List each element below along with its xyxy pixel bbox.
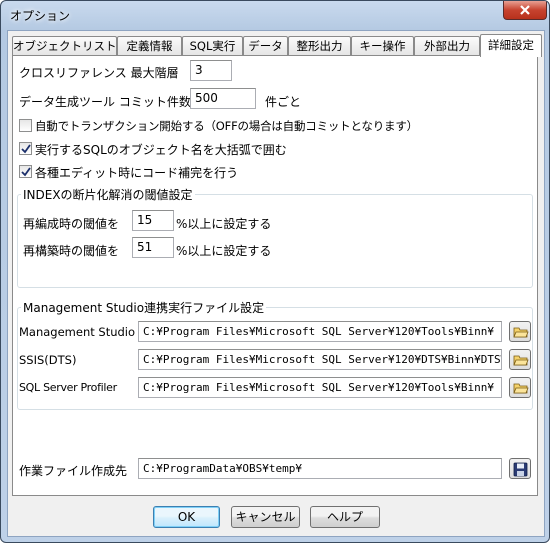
- tab-advanced[interactable]: 詳細設定: [480, 34, 542, 57]
- folder-open-icon: [513, 383, 529, 394]
- tab-sql-exec[interactable]: SQL実行: [182, 36, 243, 55]
- profiler-browse-button[interactable]: [509, 377, 531, 398]
- close-button[interactable]: [503, 1, 547, 20]
- reorg-threshold-input[interactable]: 51: [132, 237, 174, 258]
- cancel-button[interactable]: キャンセル: [231, 506, 300, 528]
- commit-unit-label: 件ごと: [265, 95, 302, 109]
- ssis-path-input[interactable]: C:¥Program Files¥Microsoft SQL Server¥12…: [138, 349, 502, 370]
- window-title: オプション: [10, 9, 71, 23]
- crossref-label: クロスリファレンス 最大階層: [19, 66, 179, 80]
- rebuild-threshold-input[interactable]: 15: [132, 210, 174, 231]
- rebuild-threshold-suffix: %以上に設定する: [176, 217, 272, 231]
- auto-transaction-checkbox[interactable]: [19, 119, 32, 132]
- auto-transaction-label[interactable]: 自動でトランザクション開始する（OFFの場合は自動コミットとなります）: [35, 118, 418, 134]
- bracket-names-checkbox[interactable]: [19, 142, 32, 155]
- ssis-label: SSIS(DTS): [19, 353, 77, 367]
- ok-button[interactable]: OK: [153, 506, 220, 528]
- workdir-save-button[interactable]: [509, 458, 531, 479]
- options-window: オプション オブジェクトリスト 定義情報 SQL実行 データ 整形出力 キー操作…: [0, 0, 550, 543]
- advanced-settings-panel: クロスリファレンス 最大階層 3 データ生成ツール コミット件数 500 件ごと…: [12, 55, 538, 496]
- mgmt-group-title: Management Studio連携実行ファイル設定: [21, 299, 267, 316]
- commit-count-input[interactable]: 500: [190, 88, 256, 109]
- profiler-path-input[interactable]: C:¥Program Files¥Microsoft SQL Server¥12…: [138, 377, 502, 398]
- checkmark-icon: [21, 144, 31, 154]
- folder-open-icon: [513, 327, 529, 338]
- tab-definition[interactable]: 定義情報: [117, 36, 182, 55]
- workdir-path-input[interactable]: C:¥ProgramData¥OBS¥temp¥: [138, 458, 502, 479]
- crossref-depth-input[interactable]: 3: [190, 60, 232, 81]
- tab-data[interactable]: データ: [243, 36, 288, 55]
- mgmt-studio-label: Management Studio: [19, 325, 136, 339]
- floppy-disk-icon: [513, 462, 528, 477]
- mgmt-studio-path-input[interactable]: C:¥Program Files¥Microsoft SQL Server¥12…: [138, 321, 502, 342]
- mgmt-studio-browse-button[interactable]: [509, 321, 531, 342]
- rebuild-threshold-label: 再編成時の閾値を: [23, 217, 120, 231]
- bracket-names-label[interactable]: 実行するSQLのオブジェクト名を大括弧で囲む: [35, 141, 287, 158]
- reorg-threshold-label: 再構築時の閾値を: [23, 244, 120, 258]
- code-completion-label[interactable]: 各種エディット時にコード補完を行う: [35, 164, 238, 181]
- code-completion-checkbox[interactable]: [19, 165, 32, 178]
- tab-external-output[interactable]: 外部出力: [414, 36, 480, 55]
- index-threshold-group: [17, 194, 533, 288]
- reorg-threshold-suffix: %以上に設定する: [176, 244, 272, 258]
- folder-open-icon: [513, 355, 529, 366]
- help-button[interactable]: ヘルプ: [310, 506, 380, 528]
- title-bar[interactable]: オプション: [1, 1, 549, 29]
- dialog-body: オブジェクトリスト 定義情報 SQL実行 データ 整形出力 キー操作 外部出力 …: [7, 30, 545, 537]
- ssis-browse-button[interactable]: [509, 349, 531, 370]
- workdir-label: 作業ファイル作成先: [19, 464, 128, 478]
- tab-format-output[interactable]: 整形出力: [288, 36, 351, 55]
- checkmark-icon: [21, 167, 31, 177]
- datagen-label: データ生成ツール コミット件数: [19, 95, 191, 109]
- close-icon: [520, 5, 530, 15]
- tab-object-list[interactable]: オブジェクトリスト: [12, 36, 117, 55]
- profiler-label: SQL Server Profiler: [19, 381, 117, 394]
- index-group-title: INDEXの断片化解消の閾値設定: [21, 186, 195, 203]
- tab-key-operation[interactable]: キー操作: [351, 36, 414, 55]
